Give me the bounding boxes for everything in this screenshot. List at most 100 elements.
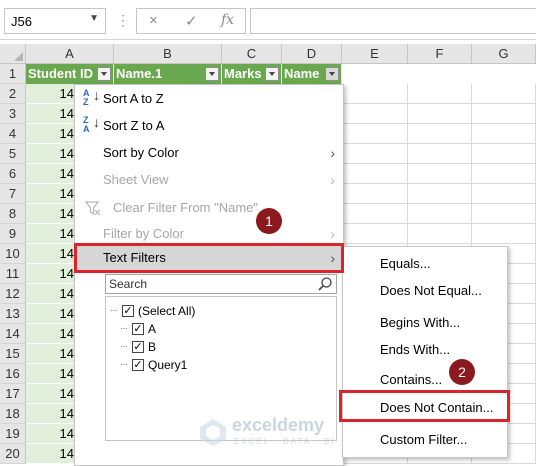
row-header-18[interactable]: 18 — [0, 404, 26, 424]
column-header-a[interactable]: A — [26, 44, 114, 64]
search-icon[interactable] — [317, 276, 333, 292]
filter-dropdown-button-active[interactable] — [325, 67, 339, 81]
column-header-d[interactable]: D — [282, 44, 342, 64]
filter-dropdown-button[interactable] — [97, 67, 111, 81]
column-header-f[interactable]: F — [408, 44, 472, 64]
menu-item-sort-a-to-z[interactable]: A Z ↓ Sort A to Z — [75, 86, 343, 112]
grid-cell[interactable] — [472, 184, 536, 204]
search-input[interactable]: Search — [105, 274, 337, 294]
grid-cell[interactable] — [342, 104, 408, 124]
submenu-item-ends-with[interactable]: Ends With... — [343, 337, 507, 363]
student-id-cell[interactable]: 14 — [26, 164, 76, 184]
drag-handle-icon[interactable]: ⋮ — [116, 12, 130, 29]
row-header-19[interactable]: 19 — [0, 424, 26, 444]
grid-cell[interactable] — [408, 144, 472, 164]
row-header-10[interactable]: 10 — [0, 244, 26, 264]
insert-function-icon[interactable]: fx — [221, 12, 234, 28]
student-id-cell[interactable]: 14 — [26, 124, 76, 144]
chevron-down-icon[interactable]: ▼ — [89, 13, 99, 24]
checklist-item-b[interactable]: ··· ✓ B — [120, 338, 330, 356]
grid-cell[interactable] — [472, 84, 536, 104]
student-id-cell[interactable]: 14 — [26, 184, 76, 204]
checkbox-checked-icon[interactable]: ✓ — [132, 323, 144, 335]
enter-icon[interactable]: ✓ — [185, 12, 198, 30]
row-header-3[interactable]: 3 — [0, 104, 26, 124]
student-id-cell[interactable]: 14 — [26, 324, 76, 344]
grid-cell[interactable] — [408, 84, 472, 104]
formula-input[interactable] — [250, 8, 536, 34]
grid-cell[interactable] — [342, 204, 408, 224]
grid-cell[interactable] — [472, 224, 536, 244]
student-id-cell[interactable]: 14 — [26, 424, 76, 444]
grid-cell[interactable] — [472, 204, 536, 224]
row-header-13[interactable]: 13 — [0, 304, 26, 324]
grid-cell[interactable] — [342, 124, 408, 144]
filter-dropdown-button[interactable] — [205, 67, 219, 81]
student-id-cell[interactable]: 14 — [26, 84, 76, 104]
row-header-16[interactable]: 16 — [0, 364, 26, 384]
grid-cell[interactable] — [342, 164, 408, 184]
grid-cell[interactable] — [342, 84, 408, 104]
grid-cell[interactable] — [408, 204, 472, 224]
row-header-2[interactable]: 2 — [0, 84, 26, 104]
grid-cell[interactable] — [472, 144, 536, 164]
menu-item-sort-by-color[interactable]: Sort by Color › — [75, 140, 343, 166]
student-id-cell[interactable]: 14 — [26, 384, 76, 404]
student-id-cell[interactable]: 14 — [26, 404, 76, 424]
grid-cell[interactable] — [472, 104, 536, 124]
cancel-icon[interactable]: × — [149, 12, 158, 29]
name-box[interactable]: J56 ▼ — [4, 8, 106, 34]
checkbox-checked-icon[interactable]: ✓ — [122, 305, 134, 317]
row-header-11[interactable]: 11 — [0, 264, 26, 284]
row-header-15[interactable]: 15 — [0, 344, 26, 364]
row-header-8[interactable]: 8 — [0, 204, 26, 224]
submenu-item-does-not-equal[interactable]: Does Not Equal... — [343, 278, 507, 304]
student-id-cell[interactable]: 14 — [26, 304, 76, 324]
row-header-9[interactable]: 9 — [0, 224, 26, 244]
checkbox-checked-icon[interactable]: ✓ — [132, 359, 144, 371]
student-id-cell[interactable]: 14 — [26, 264, 76, 284]
row-header-7[interactable]: 7 — [0, 184, 26, 204]
row-header-5[interactable]: 5 — [0, 144, 26, 164]
submenu-item-begins-with[interactable]: Begins With... — [343, 310, 507, 336]
select-all-corner[interactable] — [0, 44, 26, 64]
student-id-cell[interactable]: 14 — [26, 284, 76, 304]
row-header-17[interactable]: 17 — [0, 384, 26, 404]
grid-cell[interactable] — [342, 184, 408, 204]
grid-cell[interactable] — [472, 164, 536, 184]
grid-cell[interactable] — [408, 164, 472, 184]
grid-cell[interactable] — [472, 124, 536, 144]
grid-cell[interactable] — [342, 144, 408, 164]
student-id-cell[interactable]: 14 — [26, 144, 76, 164]
student-id-cell[interactable]: 14 — [26, 444, 76, 464]
column-header-g[interactable]: G — [472, 44, 536, 64]
grid-cell[interactable] — [408, 184, 472, 204]
student-id-cell[interactable]: 14 — [26, 364, 76, 384]
row-header-4[interactable]: 4 — [0, 124, 26, 144]
grid-cell[interactable] — [408, 224, 472, 244]
row-header-6[interactable]: 6 — [0, 164, 26, 184]
student-id-cell[interactable]: 14 — [26, 104, 76, 124]
filter-dropdown-button[interactable] — [265, 67, 279, 81]
submenu-item-equals[interactable]: Equals... — [343, 251, 507, 277]
student-id-cell[interactable]: 14 — [26, 244, 76, 264]
student-id-cell[interactable]: 14 — [26, 224, 76, 244]
column-header-c[interactable]: C — [222, 44, 282, 64]
row-header-12[interactable]: 12 — [0, 284, 26, 304]
row-header-1[interactable]: 1 — [0, 64, 26, 84]
column-header-e[interactable]: E — [342, 44, 408, 64]
checkbox-checked-icon[interactable]: ✓ — [132, 341, 144, 353]
column-header-b[interactable]: B — [114, 44, 222, 64]
checklist-item-query1[interactable]: ··· ✓ Query1 — [120, 356, 330, 374]
row-header-14[interactable]: 14 — [0, 324, 26, 344]
student-id-cell[interactable]: 14 — [26, 344, 76, 364]
checklist-item-a[interactable]: ··· ✓ A — [120, 320, 330, 338]
grid-cell[interactable] — [408, 104, 472, 124]
submenu-item-custom-filter[interactable]: Custom Filter... — [343, 427, 507, 453]
checklist-item-select-all[interactable]: ··· ✓ (Select All) — [110, 302, 330, 320]
row-header-20[interactable]: 20 — [0, 444, 26, 464]
student-id-cell[interactable]: 14 — [26, 204, 76, 224]
grid-cell[interactable] — [342, 224, 408, 244]
grid-cell[interactable] — [408, 124, 472, 144]
menu-item-sort-z-to-a[interactable]: Z A ↓ Sort Z to A — [75, 113, 343, 139]
